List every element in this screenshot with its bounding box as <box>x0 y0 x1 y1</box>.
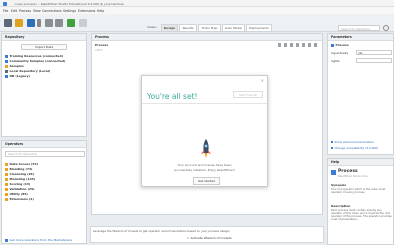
operator-group[interactable]: Modeling (145) <box>5 177 35 181</box>
app-icon <box>3 1 7 6</box>
tab-turbo-prep[interactable]: Turbo Prep <box>198 24 221 32</box>
help-synopsis-text: The root operator which is the outer mos… <box>331 188 386 194</box>
operators-panel: Operators Search for Operators Data Acce… <box>1 140 87 244</box>
parameters-panel: Parameters Process logverbosity init log… <box>327 33 394 155</box>
param-label-logverbosity: logverbosity <box>331 51 349 55</box>
menu-extensions[interactable]: Extensions <box>78 9 95 13</box>
help-description-text: Each process must contain exactly one op… <box>331 209 392 221</box>
repo-item-local[interactable]: Local Repository (Local) <box>5 69 50 73</box>
param-logfile-input[interactable] <box>356 58 392 63</box>
change-compatibility-link[interactable]: Change compatibility (9.2.000) <box>331 146 378 150</box>
marketplace-link[interactable]: Get more operators from the Marketplace <box>5 238 72 242</box>
dialog-message-line2: successfully installed. Enjoy RapidMiner… <box>173 168 236 172</box>
process-operator-icon <box>331 170 336 175</box>
zoom-hint: 100% <box>95 48 103 52</box>
parameters-process-label: Process <box>331 43 349 47</box>
close-icon[interactable]: ✕ <box>261 78 264 83</box>
operator-search-input[interactable]: Search for Operators <box>5 151 85 157</box>
parameters-title: Parameters <box>328 34 393 41</box>
search-placeholder: Search for Operators <box>341 27 371 31</box>
start-tutorial-button[interactable]: Start Tutorial <box>233 91 263 98</box>
operator-group[interactable]: Cleansing (26) <box>5 172 34 176</box>
user-icon[interactable] <box>383 25 389 31</box>
param-logverbosity-select[interactable]: init <box>356 50 392 55</box>
dialog-heading: You're all set! <box>147 92 198 101</box>
process-title: Process <box>92 34 322 41</box>
canvas-toolbar-icons[interactable] <box>278 43 318 47</box>
tab-auto-model[interactable]: Auto Model <box>222 24 245 32</box>
window-titlebar: <new process> - RapidMiner Studio Educat… <box>0 0 394 7</box>
menu-view[interactable]: View <box>33 9 41 13</box>
menu-edit[interactable]: Edit <box>11 9 17 13</box>
activate-wisdom-button[interactable]: ✔ Activate Wisdom of Crowds <box>187 236 232 240</box>
main-toolbar <box>0 14 394 32</box>
import-data-button[interactable]: Import Data <box>21 44 67 50</box>
operator-group[interactable]: Data Access (53) <box>5 162 38 166</box>
recommendations-bar: Leverage the Wisdom of Crowds to get ope… <box>90 226 324 243</box>
menu-settings[interactable]: Settings <box>63 9 76 13</box>
param-label-logfile: logfile <box>331 59 340 63</box>
stop-icon[interactable] <box>79 19 87 27</box>
save-dropdown-icon[interactable] <box>37 19 41 27</box>
repo-item-training[interactable]: Training Resources (connected) <box>5 54 63 58</box>
operator-group[interactable]: Blending (74) <box>5 167 32 171</box>
dialog-message-line1: Your account and license have been <box>177 163 232 167</box>
operator-group[interactable]: Validation (25) <box>5 187 35 191</box>
operator-group[interactable]: Utility (85) <box>5 192 28 196</box>
menu-process[interactable]: Process <box>19 9 31 13</box>
menu-file[interactable]: File <box>3 9 8 13</box>
operators-title: Operators <box>2 141 86 148</box>
undo-icon[interactable] <box>45 19 53 27</box>
global-search-input[interactable]: Search for Operators <box>338 25 380 31</box>
menu-help[interactable]: Help <box>97 9 104 13</box>
recommendations-hint: Leverage the Wisdom of Crowds to get ope… <box>93 229 231 233</box>
tab-results[interactable]: Results <box>179 24 197 32</box>
menu-connections[interactable]: Connections <box>42 9 62 13</box>
rocket-icon <box>201 139 211 158</box>
get-started-button[interactable]: Get started <box>193 177 220 185</box>
help-operator-title: Process <box>338 169 358 174</box>
help-operator-source: RapidMiner Studio Core <box>338 175 368 178</box>
redo-icon[interactable] <box>55 19 63 27</box>
menu-bar: File Edit Process View Connections Setti… <box>0 7 394 14</box>
help-synopsis-heading: Synopsis <box>331 183 347 187</box>
tab-deployments[interactable]: Deployments <box>246 24 272 32</box>
open-folder-icon[interactable] <box>15 19 23 27</box>
tab-design[interactable]: Design <box>161 24 178 32</box>
repo-item-samples[interactable]: Samples <box>5 64 24 68</box>
dialog-divider <box>142 103 267 104</box>
show-advanced-link[interactable]: Show advanced parameters <box>331 140 374 144</box>
right-column: Parameters Process logverbosity init log… <box>327 33 394 245</box>
window-title: <new process> - RapidMiner Studio Educat… <box>14 1 124 6</box>
repository-panel: Repository Import Data Training Resource… <box>1 33 87 137</box>
save-icon[interactable] <box>27 19 35 27</box>
repository-title: Repository <box>2 34 86 41</box>
help-panel: Help Process RapidMiner Studio Core Syno… <box>327 158 394 245</box>
new-process-icon[interactable] <box>4 19 12 27</box>
operator-group[interactable]: Extensions (2) <box>5 197 34 201</box>
repo-item-community[interactable]: Community Samples (connected) <box>5 59 65 63</box>
run-icon[interactable] <box>67 19 75 27</box>
help-description-heading: Description <box>331 204 351 208</box>
help-title: Help <box>328 159 393 166</box>
repo-item-db[interactable]: DB (Legacy) <box>5 74 30 78</box>
welcome-dialog: ✕ You're all set! Start Tutorial Your ac… <box>141 75 268 187</box>
views-label: Views: <box>147 25 157 29</box>
operator-group[interactable]: Scoring (13) <box>5 182 30 186</box>
process-breadcrumb[interactable]: Process <box>95 43 108 47</box>
